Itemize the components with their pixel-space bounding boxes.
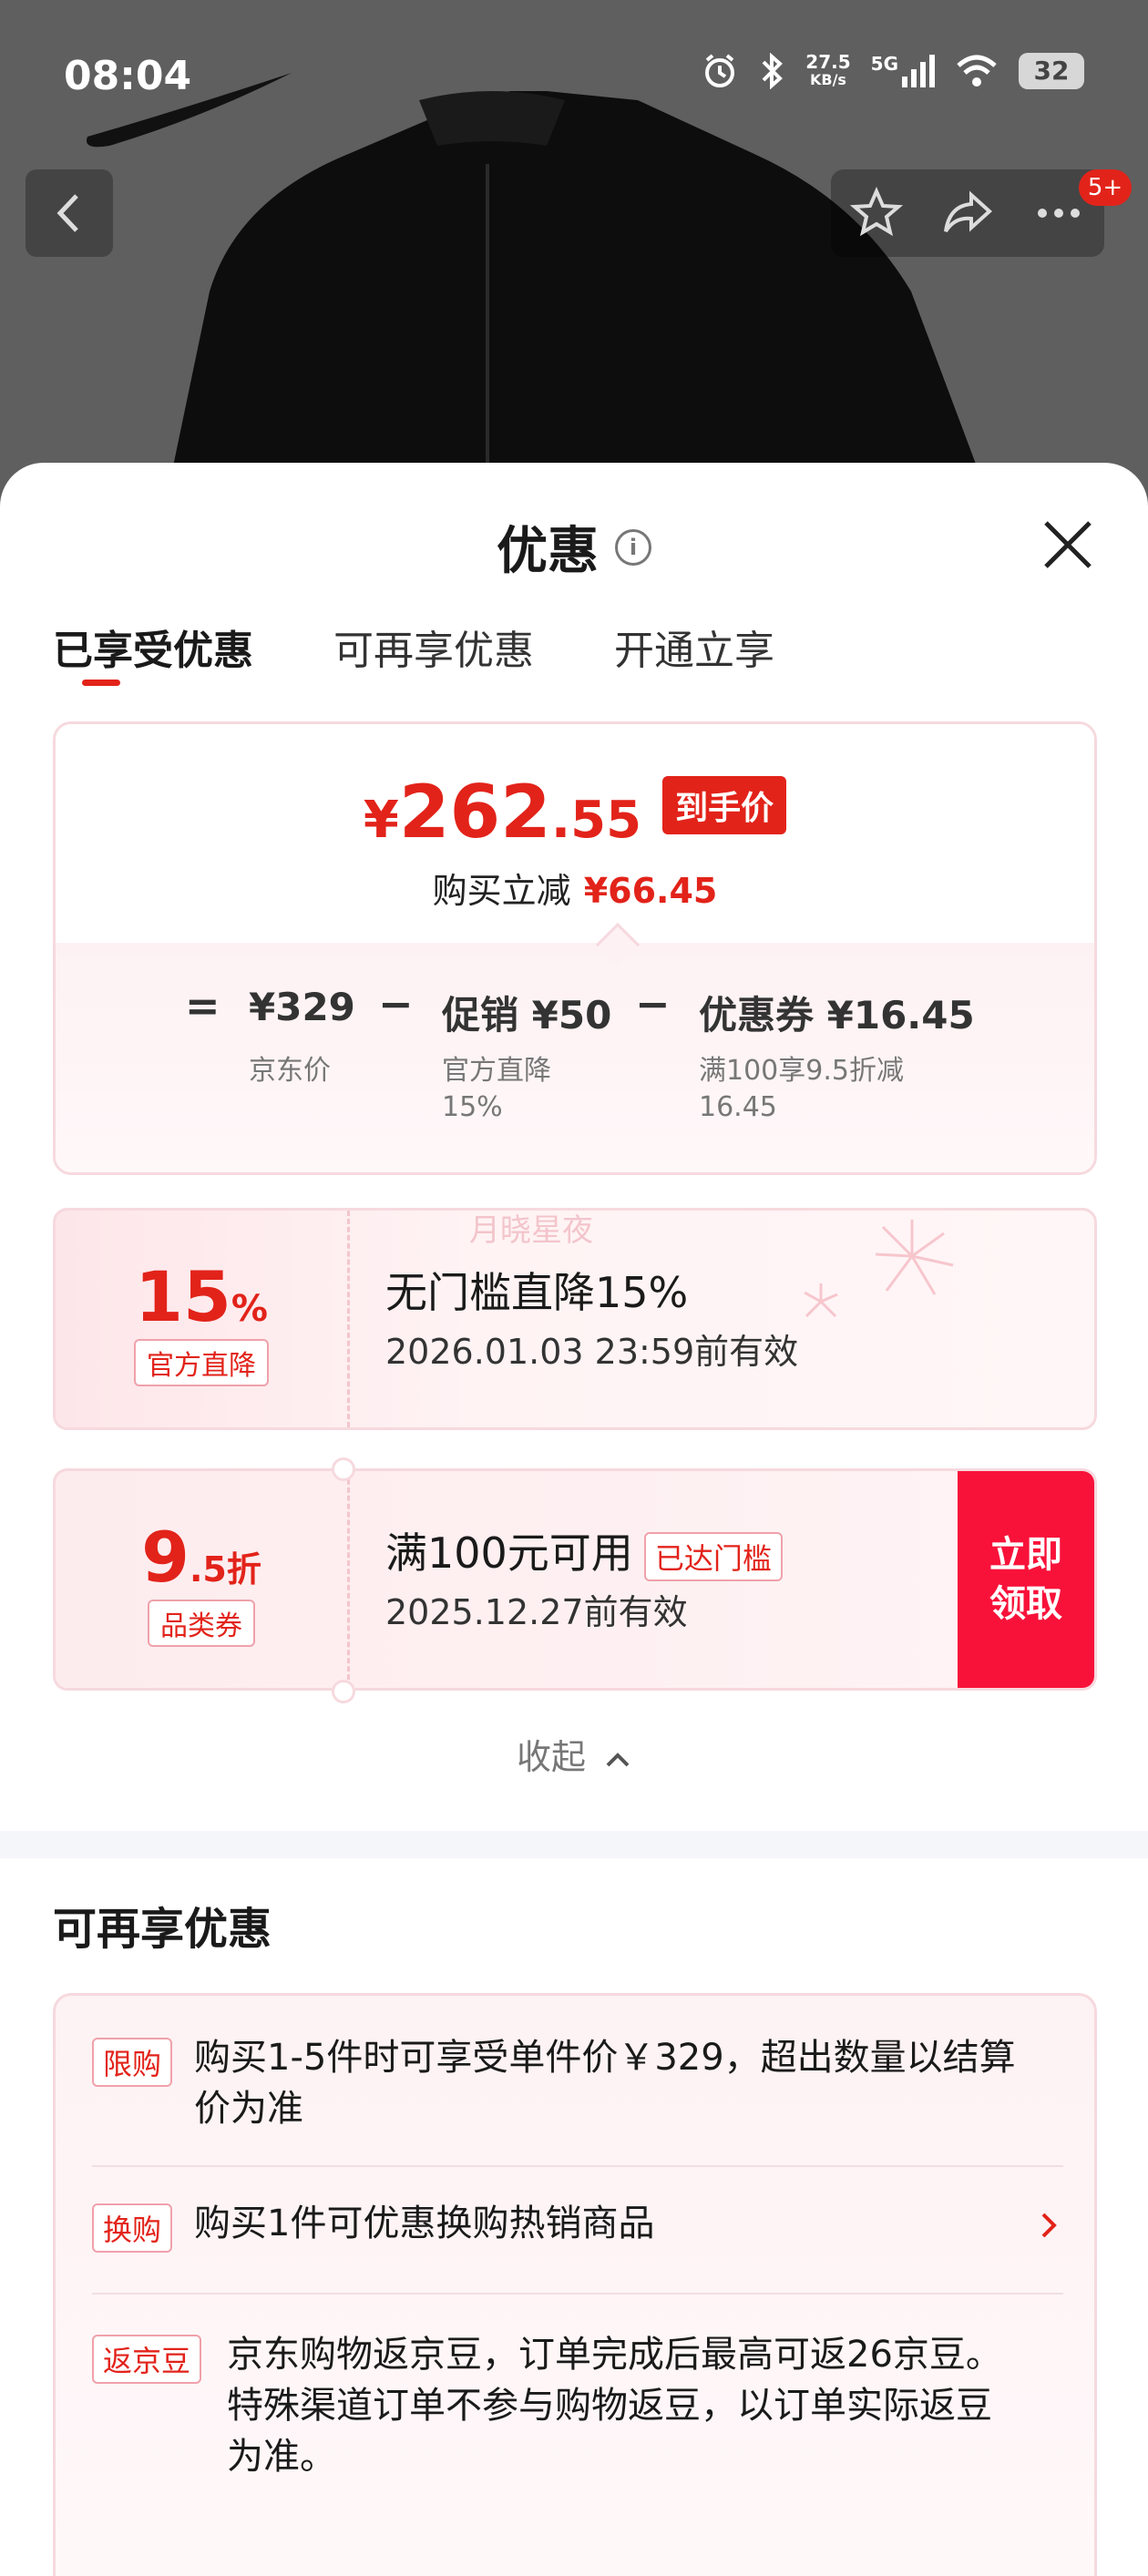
tab-bar: 已享受优惠 可再享优惠 开通立享 bbox=[53, 618, 774, 676]
coupon-condition: 满100元可用 已达门槛 bbox=[385, 1520, 783, 1581]
base-price-label: 京东价 bbox=[249, 1055, 331, 1087]
wifi-icon bbox=[957, 55, 997, 87]
tab-activate[interactable]: 开通立享 bbox=[614, 618, 774, 676]
equals-sign: = bbox=[185, 981, 220, 1030]
more-icon[interactable] bbox=[1031, 186, 1086, 240]
final-price: ¥262.55 bbox=[363, 770, 642, 854]
saving-row: 购买立减 ¥66.45 bbox=[56, 863, 1094, 913]
coupon-label-amount: 16.45 bbox=[699, 1091, 777, 1123]
offer-tag: 返京豆 bbox=[92, 2335, 202, 2384]
minus-sign: − bbox=[635, 979, 671, 1028]
saving-amount: ¥66.45 bbox=[583, 871, 718, 911]
final-price-tag: 到手价 bbox=[662, 775, 787, 834]
final-price-row: ¥262.55 到手价 bbox=[56, 770, 1094, 854]
status-bar: 08:04 27.5 KB/s 5G 32 bbox=[0, 0, 1148, 155]
promo-label-pct: 15% bbox=[442, 1091, 503, 1123]
battery-icon: 32 bbox=[1019, 53, 1084, 89]
offer-tag: 限购 bbox=[92, 2038, 173, 2087]
promo-label: 官方直降 bbox=[442, 1055, 551, 1087]
coupon-validity: 2025.12.27前有效 bbox=[385, 1592, 688, 1632]
tab-more-offers[interactable]: 可再享优惠 bbox=[333, 618, 534, 676]
alarm-icon bbox=[705, 54, 735, 87]
coupon-type-tag: 品类券 bbox=[148, 1600, 255, 1647]
notification-badge: 5+ bbox=[1079, 169, 1132, 206]
chevron-right-icon bbox=[1041, 2213, 1057, 2238]
saving-label: 购买立减 bbox=[432, 871, 571, 911]
coupon-discount-rate: 9 bbox=[141, 1517, 190, 1598]
claim-coupon-button[interactable]: 立即 领取 bbox=[958, 1471, 1094, 1688]
discount-validity: 2026.01.03 23:59前有效 bbox=[385, 1332, 799, 1372]
sheet-title: 优惠 bbox=[497, 522, 599, 581]
cellular-signal-icon: 5G bbox=[871, 55, 935, 87]
collapse-button[interactable]: 收起 bbox=[0, 1729, 1148, 1779]
net-speed: 27.5 KB/s bbox=[805, 51, 851, 88]
more-offers-title: 可再享优惠 bbox=[53, 1904, 272, 1955]
official-discount-card: 月晓星夜 15% 官方直降 无门槛直降15% 2026.01.03 23:59前… bbox=[53, 1208, 1097, 1430]
price-formula-area bbox=[56, 943, 1094, 1172]
more-offers-list: 限购 购买1-5件时可享受单件价￥329，超出数量以结算 价为准 换购 购买1件… bbox=[53, 1993, 1097, 2576]
promo-discount: 促销 ¥50 bbox=[442, 993, 612, 1038]
chevron-left-icon bbox=[56, 194, 78, 232]
top-action-bar bbox=[831, 169, 1104, 257]
discount-title: 无门槛直降15% bbox=[385, 1268, 689, 1317]
price-summary-card: ¥262.55 到手价 购买立减 ¥66.45 = ¥329 京东价 − 促销 ¥… bbox=[53, 721, 1097, 1175]
category-coupon-card: 9.5折 品类券 满100元可用 已达门槛 2025.12.27前有效 立即 领取 bbox=[53, 1468, 1097, 1691]
list-item-trade-in[interactable]: 换购 购买1件可优惠换购热销商品 bbox=[92, 2198, 1063, 2264]
tab-enjoyed[interactable]: 已享受优惠 bbox=[53, 618, 253, 676]
list-item-purchase-limit: 限购 购买1-5件时可享受单件价￥329，超出数量以结算 价为准 bbox=[92, 2032, 1063, 2142]
discount-value-block: 15% 官方直降 bbox=[56, 1211, 347, 1427]
watermark-text: 月晓星夜 bbox=[469, 1212, 593, 1249]
status-icons: 27.5 KB/s 5G 32 bbox=[702, 53, 1084, 89]
base-price: ¥329 bbox=[249, 985, 355, 1029]
bluetooth-icon bbox=[762, 53, 784, 89]
threshold-reached-tag: 已达门槛 bbox=[643, 1531, 783, 1581]
sheet-header: 优惠 i bbox=[0, 510, 1148, 584]
offer-tag: 换购 bbox=[92, 2203, 173, 2253]
favorite-star-icon[interactable] bbox=[849, 186, 904, 240]
back-button[interactable] bbox=[26, 169, 113, 257]
discount-sheet: 优惠 i 已享受优惠 可再享优惠 开通立享 ¥262.55 到手价 购买立减 ¥6… bbox=[0, 463, 1148, 2576]
coupon-label: 满100享9.5折减 bbox=[699, 1055, 904, 1087]
share-icon[interactable] bbox=[940, 186, 995, 240]
close-icon[interactable] bbox=[1039, 516, 1097, 574]
clock: 08:04 bbox=[64, 53, 192, 99]
section-divider bbox=[0, 1831, 1148, 1858]
discount-type-tag: 官方直降 bbox=[134, 1339, 269, 1386]
fireworks-decoration bbox=[804, 1220, 954, 1318]
coupon-discount: 优惠券 ¥16.45 bbox=[699, 993, 975, 1038]
active-tab-indicator bbox=[82, 680, 120, 686]
list-item-jd-beans: 返京豆 京东购物返京豆，订单完成后最高可返26京豆。 特殊渠道订单不参与购物返豆… bbox=[92, 2329, 1063, 2493]
coupon-value-block: 9.5折 品类券 bbox=[56, 1471, 347, 1688]
chevron-up-icon bbox=[606, 1752, 630, 1766]
info-icon[interactable]: i bbox=[615, 528, 651, 566]
discount-percent: 15 bbox=[135, 1256, 231, 1337]
minus-sign: − bbox=[378, 979, 414, 1028]
